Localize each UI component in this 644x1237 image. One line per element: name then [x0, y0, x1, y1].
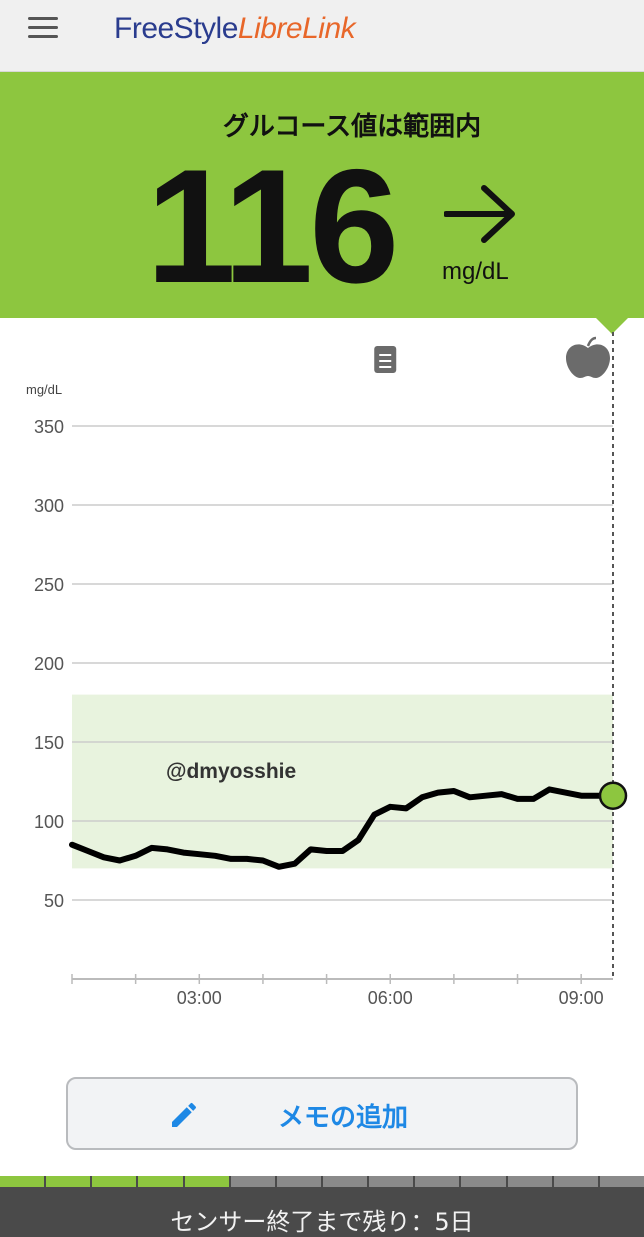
current-reading-point: [598, 781, 628, 810]
y-tick-label: 200: [34, 654, 64, 674]
arrow-right-icon: [444, 185, 515, 243]
y-tick-label: 100: [34, 812, 64, 832]
pencil-icon: [172, 1102, 197, 1127]
target-range-band: [72, 694, 613, 869]
y-tick-label: 300: [34, 496, 64, 516]
sensor-segment: [507, 1176, 552, 1187]
y-tick-label: 250: [34, 575, 64, 595]
sensor-status-bar: センサー終了まで残り：5日: [0, 1176, 644, 1237]
sensor-segment: [553, 1176, 598, 1187]
y-tick-label: 150: [34, 733, 64, 753]
app-logo: FreeStyleLibreLink: [114, 12, 356, 46]
app-bar: FreeStyleLibreLink: [0, 0, 644, 72]
x-tick-label: 03:00: [177, 988, 222, 1008]
chart-annotation: @dmyosshie: [166, 760, 296, 783]
y-tick-label: 350: [34, 417, 64, 437]
glucose-status-banner: グルコース値は範囲内 116 mg/dL: [0, 72, 644, 318]
sensor-segment: [369, 1176, 414, 1187]
add-memo-label: メモの追加: [278, 1103, 409, 1133]
x-tick-label: 06:00: [368, 988, 413, 1008]
sensor-segment: [276, 1176, 321, 1187]
sensor-segment: [415, 1176, 460, 1187]
sensor-segment: [461, 1176, 506, 1187]
glucose-chart: mg/dL 50 100 150 200 250 300 350 03:00 06:00 09:00…: [26, 332, 628, 1008]
y-tick-label: 50: [44, 891, 64, 911]
add-memo-button[interactable]: メモの追加: [66, 1077, 578, 1150]
sensor-segment: [0, 1176, 45, 1187]
sensor-life-segments: [0, 1176, 644, 1188]
sensor-segment: [46, 1176, 91, 1187]
y-axis-unit-label: mg/dL: [26, 382, 62, 397]
glucose-value: 116: [146, 136, 399, 317]
hamburger-menu-icon[interactable]: [26, 14, 62, 42]
sensor-segment: [138, 1176, 183, 1187]
apple-icon: [566, 344, 610, 378]
sensor-remaining-text: センサー終了まで残り：5日: [170, 1208, 474, 1236]
glucose-unit: mg/dL: [442, 258, 509, 285]
sensor-segment: [184, 1176, 229, 1187]
sensor-segment: [92, 1176, 137, 1187]
sensor-segment: [322, 1176, 368, 1187]
note-icon: [374, 346, 397, 373]
x-tick-label: 09:00: [559, 988, 604, 1008]
sensor-segment: [599, 1176, 644, 1187]
logo-librelink: LibreLink: [237, 12, 356, 45]
sensor-segment: [230, 1176, 275, 1187]
logo-freestyle: FreeStyle: [114, 12, 238, 45]
